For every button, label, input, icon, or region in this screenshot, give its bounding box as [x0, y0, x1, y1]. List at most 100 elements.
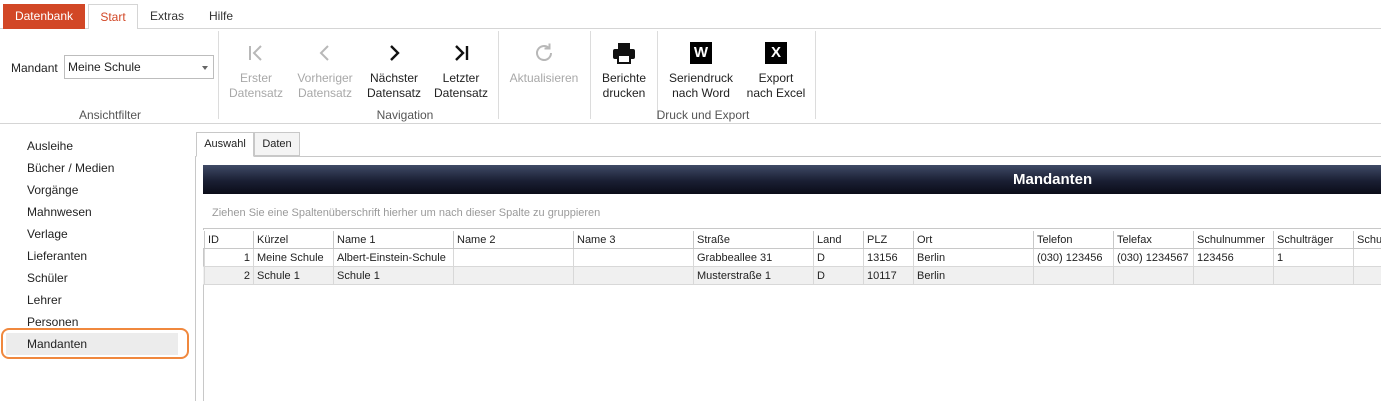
selection-highlight-outline — [1, 328, 189, 359]
chevron-down-icon — [202, 66, 208, 70]
table-cell-name-1[interactable]: Schule 1 — [333, 267, 453, 285]
column-header-schul[interactable]: Schul — [1353, 231, 1381, 249]
mailmerge-word-label-2: nach Word — [672, 86, 730, 100]
export-excel-button[interactable]: X Export nach Excel — [743, 35, 809, 101]
group-divider — [590, 31, 591, 119]
first-record-button[interactable]: Erster Datensatz — [224, 35, 288, 101]
print-reports-label-2: drucken — [602, 86, 646, 100]
tab-daten[interactable]: Daten — [254, 132, 300, 156]
tab-start[interactable]: Start — [88, 4, 138, 30]
refresh-icon — [503, 35, 585, 71]
tab-extras[interactable]: Extras — [142, 4, 192, 30]
last-record-label-2: Datensatz — [433, 86, 489, 100]
sidebar: Ausleihe Bücher / Medien Vorgänge Mahnwe… — [0, 130, 195, 401]
table-cell-name-2[interactable] — [453, 267, 573, 285]
sidebar-item-lehrer[interactable]: Lehrer — [27, 290, 62, 310]
table-cell-id[interactable]: 1 — [204, 249, 253, 267]
table-cell-plz[interactable]: 13156 — [863, 249, 913, 267]
table-cell-name-2[interactable] — [453, 249, 573, 267]
mailmerge-word-button[interactable]: W Seriendruck nach Word — [665, 35, 737, 101]
print-reports-button[interactable]: Berichte drucken — [596, 35, 652, 101]
table-cell-name-1[interactable]: Albert-Einstein-Schule — [333, 249, 453, 267]
group-divider — [815, 31, 816, 119]
table-cell-schulnummer[interactable]: 123456 — [1193, 249, 1273, 267]
tab-auswahl[interactable]: Auswahl — [196, 132, 254, 157]
mandant-select[interactable]: Meine Schule — [64, 55, 214, 79]
table-cell-name-3[interactable] — [573, 267, 693, 285]
refresh-label: Aktualisieren — [509, 71, 579, 85]
sidebar-item-ausleihe[interactable]: Ausleihe — [27, 136, 73, 156]
column-header-plz[interactable]: PLZ — [863, 231, 913, 249]
column-header-ort[interactable]: Ort — [913, 231, 1033, 249]
table-cell-name-3[interactable] — [573, 249, 693, 267]
table-cell-kurzel[interactable]: Schule 1 — [253, 267, 333, 285]
table-cell-telefon[interactable] — [1033, 267, 1113, 285]
previous-record-label-2: Datensatz — [297, 86, 353, 100]
table-cell-land[interactable]: D — [813, 267, 863, 285]
sidebar-item-schueler[interactable]: Schüler — [27, 268, 68, 288]
title-banner: Mandanten — [203, 165, 1381, 194]
sidebar-item-lieferanten[interactable]: Lieferanten — [27, 246, 87, 266]
next-record-button[interactable]: Nächster Datensatz — [362, 35, 426, 101]
column-header-kurzel[interactable]: Kürzel — [253, 231, 333, 249]
chevron-left-icon — [292, 35, 358, 71]
next-record-label-1: Nächster — [369, 71, 419, 85]
tab-hilfe[interactable]: Hilfe — [198, 4, 244, 30]
table-cell-schul[interactable] — [1353, 249, 1381, 267]
table-cell-id[interactable]: 2 — [204, 267, 253, 285]
export-excel-label-2: nach Excel — [746, 86, 806, 100]
export-excel-label-1: Export — [758, 71, 794, 85]
table-cell-schulnummer[interactable] — [1193, 267, 1273, 285]
excel-icon-letter: X — [765, 42, 787, 64]
column-header-land[interactable]: Land — [813, 231, 863, 249]
word-icon-letter: W — [690, 42, 712, 64]
mandant-select-value: Meine Schule — [68, 60, 141, 74]
column-header-strasse[interactable]: Straße — [693, 231, 813, 249]
table-cell-schultrager[interactable]: 1 — [1273, 249, 1353, 267]
table-cell-ort[interactable]: Berlin — [913, 249, 1033, 267]
table-cell-land[interactable]: D — [813, 249, 863, 267]
table-cell-schul[interactable] — [1353, 267, 1381, 285]
print-reports-label-1: Berichte — [601, 71, 647, 85]
sidebar-item-vorgaenge[interactable]: Vorgänge — [27, 180, 78, 200]
previous-record-button[interactable]: Vorheriger Datensatz — [292, 35, 358, 101]
next-record-label-2: Datensatz — [366, 86, 422, 100]
column-header-name-2[interactable]: Name 2 — [453, 231, 573, 249]
table-cell-schultrager[interactable] — [1273, 267, 1353, 285]
chevron-right-icon — [362, 35, 426, 71]
column-header-schultrager[interactable]: Schulträger — [1273, 231, 1353, 249]
mandant-label: Mandant — [11, 61, 58, 75]
sidebar-item-verlage[interactable]: Verlage — [27, 224, 68, 244]
mailmerge-word-label-1: Seriendruck — [668, 71, 734, 85]
page-title: Mandanten — [1013, 171, 1093, 188]
table-cell-ort[interactable]: Berlin — [913, 267, 1033, 285]
table-cell-strasse[interactable]: Grabbeallee 31 — [693, 249, 813, 267]
column-header-name-3[interactable]: Name 3 — [573, 231, 693, 249]
sidebar-item-buecher-medien[interactable]: Bücher / Medien — [27, 158, 114, 178]
excel-icon: X — [743, 35, 809, 71]
column-header-schulnummer[interactable]: Schulnummer — [1193, 231, 1273, 249]
sidebar-item-mahnwesen[interactable]: Mahnwesen — [27, 202, 92, 222]
table-cell-telefax[interactable]: (030) 1234567 — [1113, 249, 1193, 267]
ribbon: Mandant Meine Schule Ansichtfilter Erste… — [0, 29, 1381, 124]
last-record-button[interactable]: Letzter Datensatz — [429, 35, 493, 101]
group-label-druck-export: Druck und Export — [656, 108, 750, 122]
group-divider — [218, 31, 219, 119]
column-header-name-1[interactable]: Name 1 — [333, 231, 453, 249]
column-header-id[interactable]: ID — [204, 231, 253, 249]
group-by-drop-zone[interactable]: Ziehen Sie eine Spaltenüberschrift hierh… — [212, 207, 600, 219]
table-cell-plz[interactable]: 10117 — [863, 267, 913, 285]
table-cell-strasse[interactable]: Musterstraße 1 — [693, 267, 813, 285]
refresh-button[interactable]: Aktualisieren — [503, 35, 585, 86]
column-header-telefon[interactable]: Telefon — [1033, 231, 1113, 249]
previous-record-label-1: Vorheriger — [297, 71, 353, 85]
group-divider — [657, 31, 658, 119]
printer-icon — [596, 35, 652, 71]
column-header-telefax[interactable]: Telefax — [1113, 231, 1193, 249]
table-cell-kurzel[interactable]: Meine Schule — [253, 249, 333, 267]
group-divider — [498, 31, 499, 119]
table-cell-telefon[interactable]: (030) 123456 — [1033, 249, 1113, 267]
table-cell-telefax[interactable] — [1113, 267, 1193, 285]
tab-datenbank[interactable]: Datenbank — [3, 4, 85, 29]
group-label-ansichtfilter: Ansichtfilter — [78, 108, 142, 122]
